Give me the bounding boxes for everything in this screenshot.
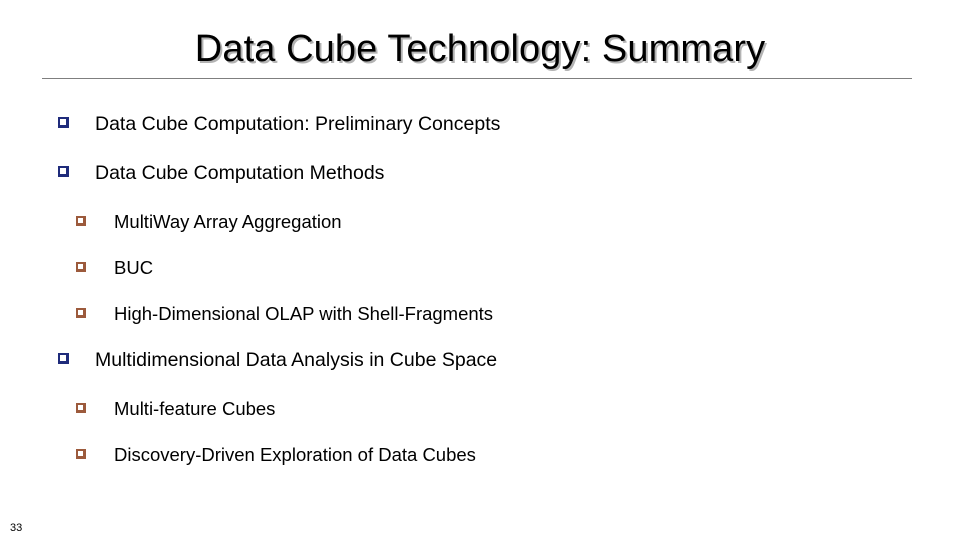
- list-item: Data Cube Computation Methods: [0, 161, 960, 210]
- list-item: Multidimensional Data Analysis in Cube S…: [0, 348, 960, 397]
- hollow-square-icon: [76, 403, 86, 413]
- slide: Data Cube Technology: Summary Data Cube …: [0, 0, 960, 540]
- list-item-label: Data Cube Computation: Preliminary Conce…: [95, 113, 501, 135]
- title-divider: [42, 78, 912, 79]
- list-item-label: MultiWay Array Aggregation: [114, 211, 342, 232]
- hollow-square-icon: [76, 308, 86, 318]
- list-item: Data Cube Computation: Preliminary Conce…: [0, 112, 960, 161]
- hollow-square-icon: [58, 353, 69, 364]
- hollow-square-icon: [58, 117, 69, 128]
- list-item: BUC: [0, 256, 960, 302]
- list-item: High-Dimensional OLAP with Shell-Fragmen…: [0, 302, 960, 348]
- hollow-square-icon: [76, 449, 86, 459]
- page-title: Data Cube Technology: Summary: [194, 28, 766, 70]
- list-item-label: Data Cube Computation Methods: [95, 162, 385, 184]
- list-item-label: Multidimensional Data Analysis in Cube S…: [95, 349, 498, 371]
- page-number: 33: [10, 522, 23, 534]
- list-item: MultiWay Array Aggregation: [0, 210, 960, 256]
- list-item-label: Discovery-Driven Exploration of Data Cub…: [114, 444, 476, 465]
- list-item-label: High-Dimensional OLAP with Shell-Fragmen…: [114, 303, 494, 324]
- hollow-square-icon: [76, 262, 86, 272]
- list-item-label: Multi-feature Cubes: [114, 398, 276, 419]
- hollow-square-icon: [58, 166, 69, 177]
- list-item: Discovery-Driven Exploration of Data Cub…: [0, 443, 960, 489]
- hollow-square-icon: [76, 216, 86, 226]
- bullet-list: Data Cube Computation: Preliminary Conce…: [0, 112, 960, 489]
- list-item: Multi-feature Cubes: [0, 397, 960, 443]
- list-item-label: BUC: [114, 257, 154, 278]
